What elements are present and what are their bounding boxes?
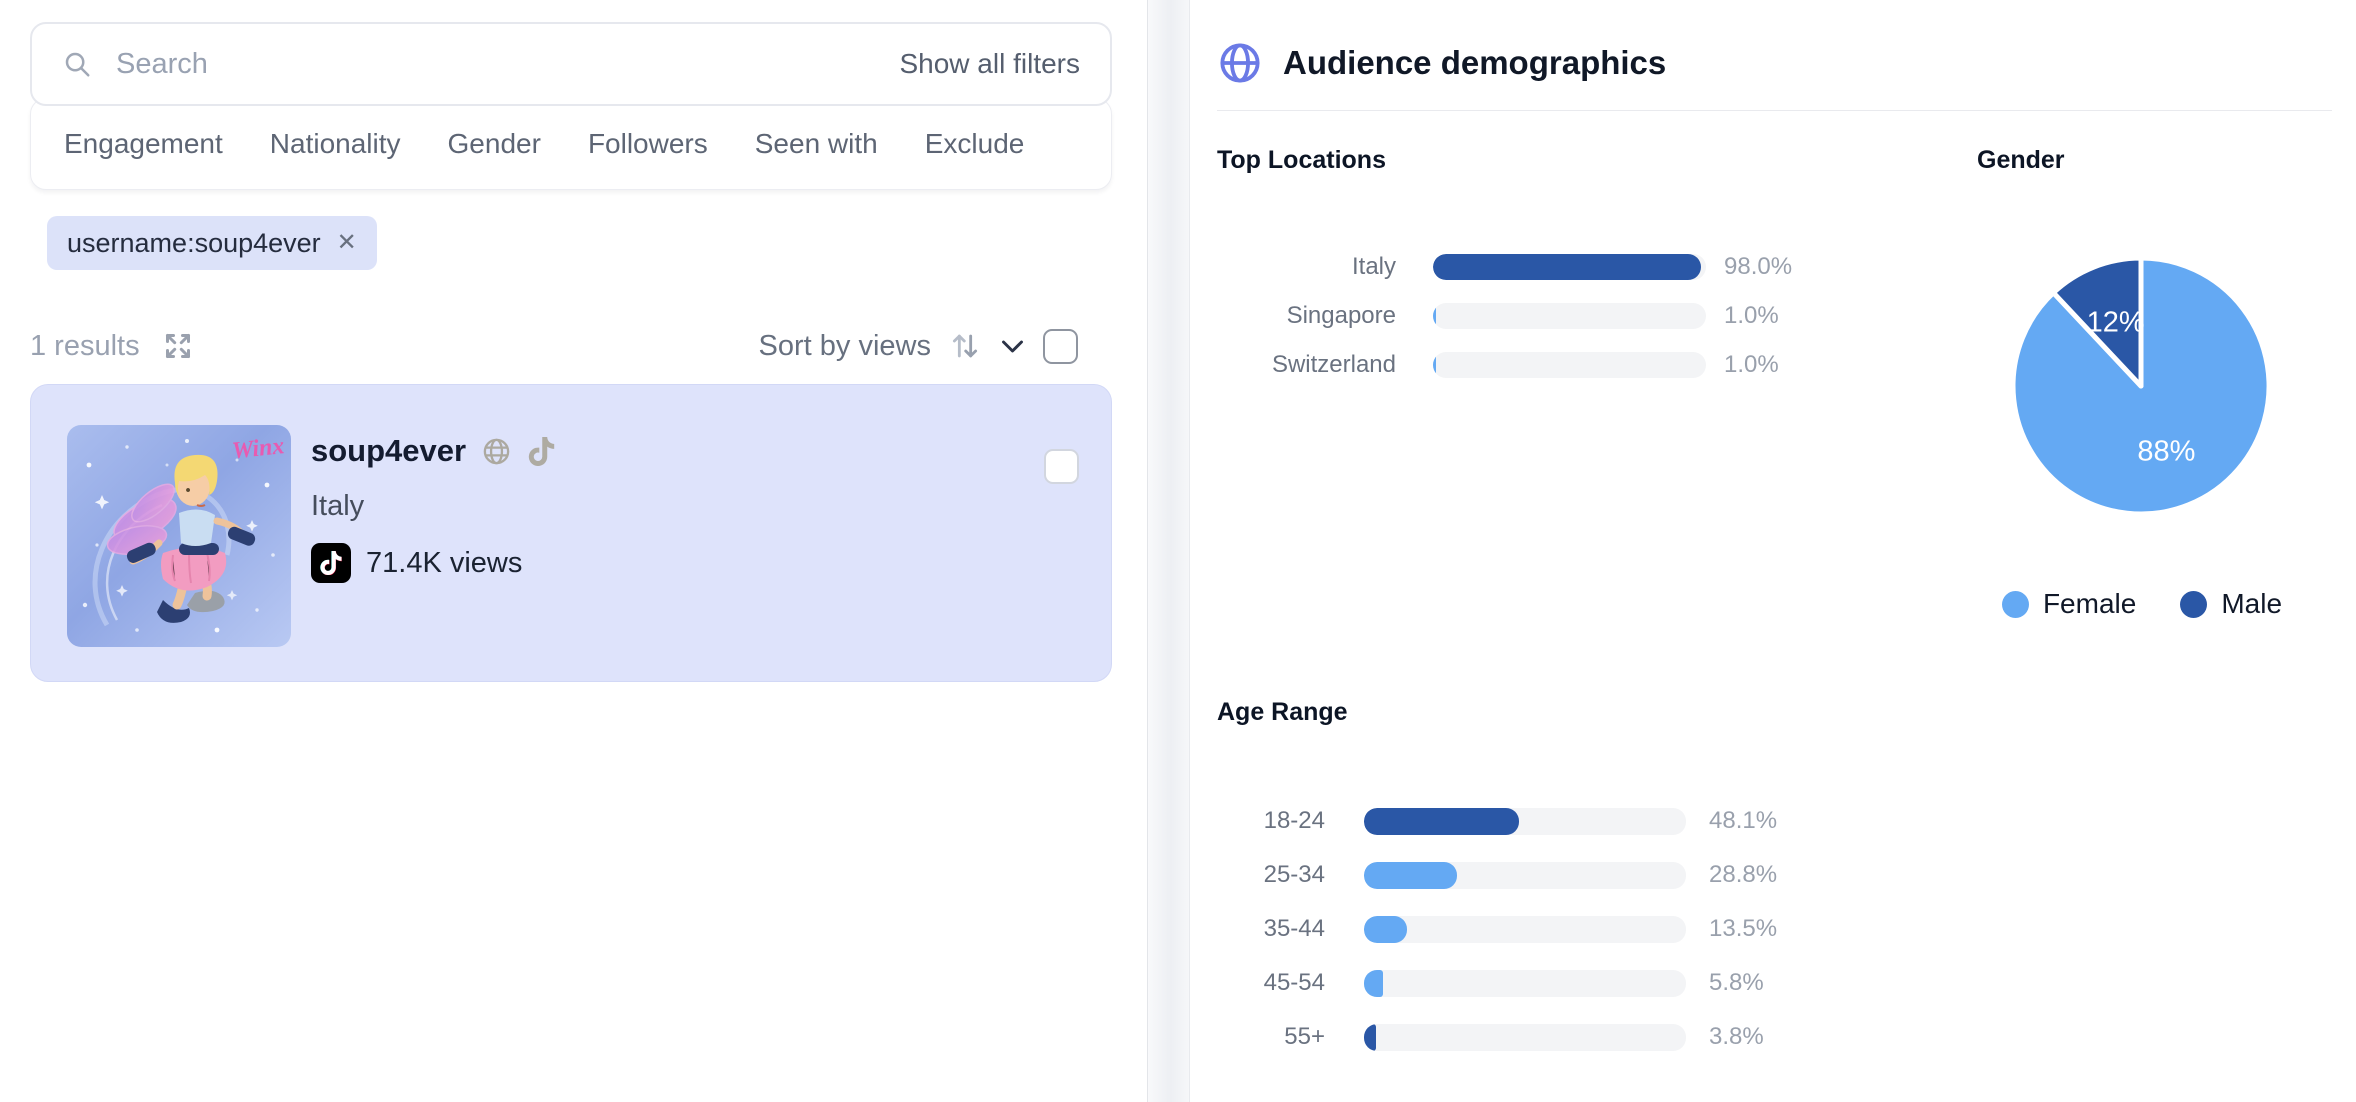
chevron-down-icon[interactable] xyxy=(999,333,1026,360)
top-locations-chart: Italy 98.0% Singapore 1.0% Switzerland 1… xyxy=(1217,242,1792,389)
gender-heading: Gender xyxy=(1977,146,2065,175)
page-title: Audience demographics xyxy=(1283,44,1666,82)
bar-value-label: 1.0% xyxy=(1724,351,1779,379)
bar-row: 18-24 48.1% xyxy=(1217,794,1777,848)
filter-tab-engagement[interactable]: Engagement xyxy=(64,128,223,160)
results-count: 1 results xyxy=(30,330,140,363)
legend-item: Female xyxy=(2002,588,2136,620)
legend-color-dot xyxy=(2002,591,2029,618)
bar-value-label: 5.8% xyxy=(1709,969,1764,997)
bar-track xyxy=(1364,916,1686,943)
bar-track xyxy=(1364,970,1686,997)
bar-fill xyxy=(1433,303,1436,329)
bar-track xyxy=(1364,1024,1686,1051)
bar-fill xyxy=(1364,1024,1376,1051)
bar-row: 35-44 13.5% xyxy=(1217,902,1777,956)
bar-value-label: 1.0% xyxy=(1724,302,1779,330)
card-select-checkbox[interactable] xyxy=(1044,449,1079,484)
bar-value-label: 3.8% xyxy=(1709,1023,1764,1051)
bar-row: Italy 98.0% xyxy=(1217,242,1792,291)
bar-fill xyxy=(1364,916,1407,943)
bar-row: Switzerland 1.0% xyxy=(1217,340,1792,389)
search-icon xyxy=(62,49,92,79)
sort-direction-icon[interactable] xyxy=(948,329,982,363)
bar-row: 25-34 28.8% xyxy=(1217,848,1777,902)
bar-track xyxy=(1433,352,1706,378)
bar-category-label: Italy xyxy=(1217,253,1396,281)
select-all-checkbox[interactable] xyxy=(1043,329,1078,364)
name-row: soup4ever xyxy=(311,433,556,469)
bar-fill xyxy=(1364,862,1457,889)
sort-controls: Sort by views xyxy=(759,329,1078,364)
audience-demographics-panel: Audience demographics Top Locations Gend… xyxy=(1191,0,2356,1102)
bar-category-label: 35-44 xyxy=(1217,915,1325,943)
website-globe-icon[interactable] xyxy=(481,436,512,467)
age-range-chart: 18-24 48.1% 25-34 28.8% 35-44 13.5% 45-5… xyxy=(1217,794,1777,1064)
filter-tab-followers[interactable]: Followers xyxy=(588,128,708,160)
bar-category-label: Switzerland xyxy=(1217,351,1396,379)
bar-category-label: Singapore xyxy=(1217,302,1396,330)
app-root: Show all filters Engagement Nationality … xyxy=(0,0,2356,1102)
gender-pie-chart: 88% 12% xyxy=(2010,255,2272,517)
filter-tab-gender[interactable]: Gender xyxy=(448,128,541,160)
demographics-header: Audience demographics xyxy=(1217,40,1666,86)
search-results-panel: Show all filters Engagement Nationality … xyxy=(0,0,1147,1102)
show-all-filters-button[interactable]: Show all filters xyxy=(899,48,1080,80)
card-info: soup4ever Italy xyxy=(311,433,556,583)
bar-row: 45-54 5.8% xyxy=(1217,956,1777,1010)
bar-category-label: 25-34 xyxy=(1217,861,1325,889)
bar-track xyxy=(1433,254,1706,280)
expand-results-icon[interactable] xyxy=(160,328,196,364)
bar-value-label: 98.0% xyxy=(1724,253,1792,281)
bar-fill xyxy=(1364,808,1519,835)
search-input[interactable] xyxy=(114,47,899,82)
tiktok-badge-icon xyxy=(311,543,351,583)
bar-category-label: 45-54 xyxy=(1217,969,1325,997)
result-card-soup4ever[interactable]: Winx soup4ever Italy xyxy=(30,384,1112,682)
bar-value-label: 13.5% xyxy=(1709,915,1777,943)
panel-divider-gutter[interactable] xyxy=(1147,0,1190,1102)
remove-filter-icon[interactable]: ✕ xyxy=(337,231,357,255)
filter-tab-nationality[interactable]: Nationality xyxy=(270,128,401,160)
age-range-heading: Age Range xyxy=(1217,698,1348,727)
views-row: 71.4K views xyxy=(311,543,556,583)
bar-fill xyxy=(1364,970,1383,997)
filter-tab-seen-with[interactable]: Seen with xyxy=(755,128,878,160)
results-toolbar: 1 results Sort by views xyxy=(30,322,1112,370)
svg-text:Winx: Winx xyxy=(231,433,286,464)
bar-track xyxy=(1433,303,1706,329)
card-views: 71.4K views xyxy=(366,547,522,580)
bar-track xyxy=(1364,862,1686,889)
card-location: Italy xyxy=(311,490,556,523)
gender-legend: Female Male xyxy=(1977,588,2307,620)
bar-track xyxy=(1364,808,1686,835)
legend-color-dot xyxy=(2180,591,2207,618)
filters-bar: Engagement Nationality Gender Followers … xyxy=(30,98,1112,190)
search-box: Show all filters xyxy=(30,22,1112,106)
bar-fill xyxy=(1433,254,1701,280)
tiktok-link-icon[interactable] xyxy=(527,437,556,466)
top-locations-heading: Top Locations xyxy=(1217,146,1386,175)
header-divider xyxy=(1217,110,2332,111)
legend-item: Male xyxy=(2180,588,2282,620)
legend-label: Female xyxy=(2043,588,2136,620)
bar-value-label: 28.8% xyxy=(1709,861,1777,889)
pie-slice-label: 88% xyxy=(2137,435,2195,467)
filter-tab-exclude[interactable]: Exclude xyxy=(925,128,1025,160)
bar-category-label: 18-24 xyxy=(1217,807,1325,835)
bar-fill xyxy=(1433,352,1436,378)
legend-label: Male xyxy=(2221,588,2282,620)
username-filter-label: username:soup4ever xyxy=(67,228,321,259)
pie-slice-label: 12% xyxy=(2087,307,2145,339)
sort-by-views-button[interactable]: Sort by views xyxy=(759,330,931,363)
globe-icon xyxy=(1217,40,1263,86)
username-filter-chip[interactable]: username:soup4ever ✕ xyxy=(47,216,377,270)
bar-row: Singapore 1.0% xyxy=(1217,291,1792,340)
bar-value-label: 48.1% xyxy=(1709,807,1777,835)
card-username[interactable]: soup4ever xyxy=(311,433,466,469)
bar-category-label: 55+ xyxy=(1217,1023,1325,1051)
avatar: Winx xyxy=(67,425,291,647)
bar-row: 55+ 3.8% xyxy=(1217,1010,1777,1064)
